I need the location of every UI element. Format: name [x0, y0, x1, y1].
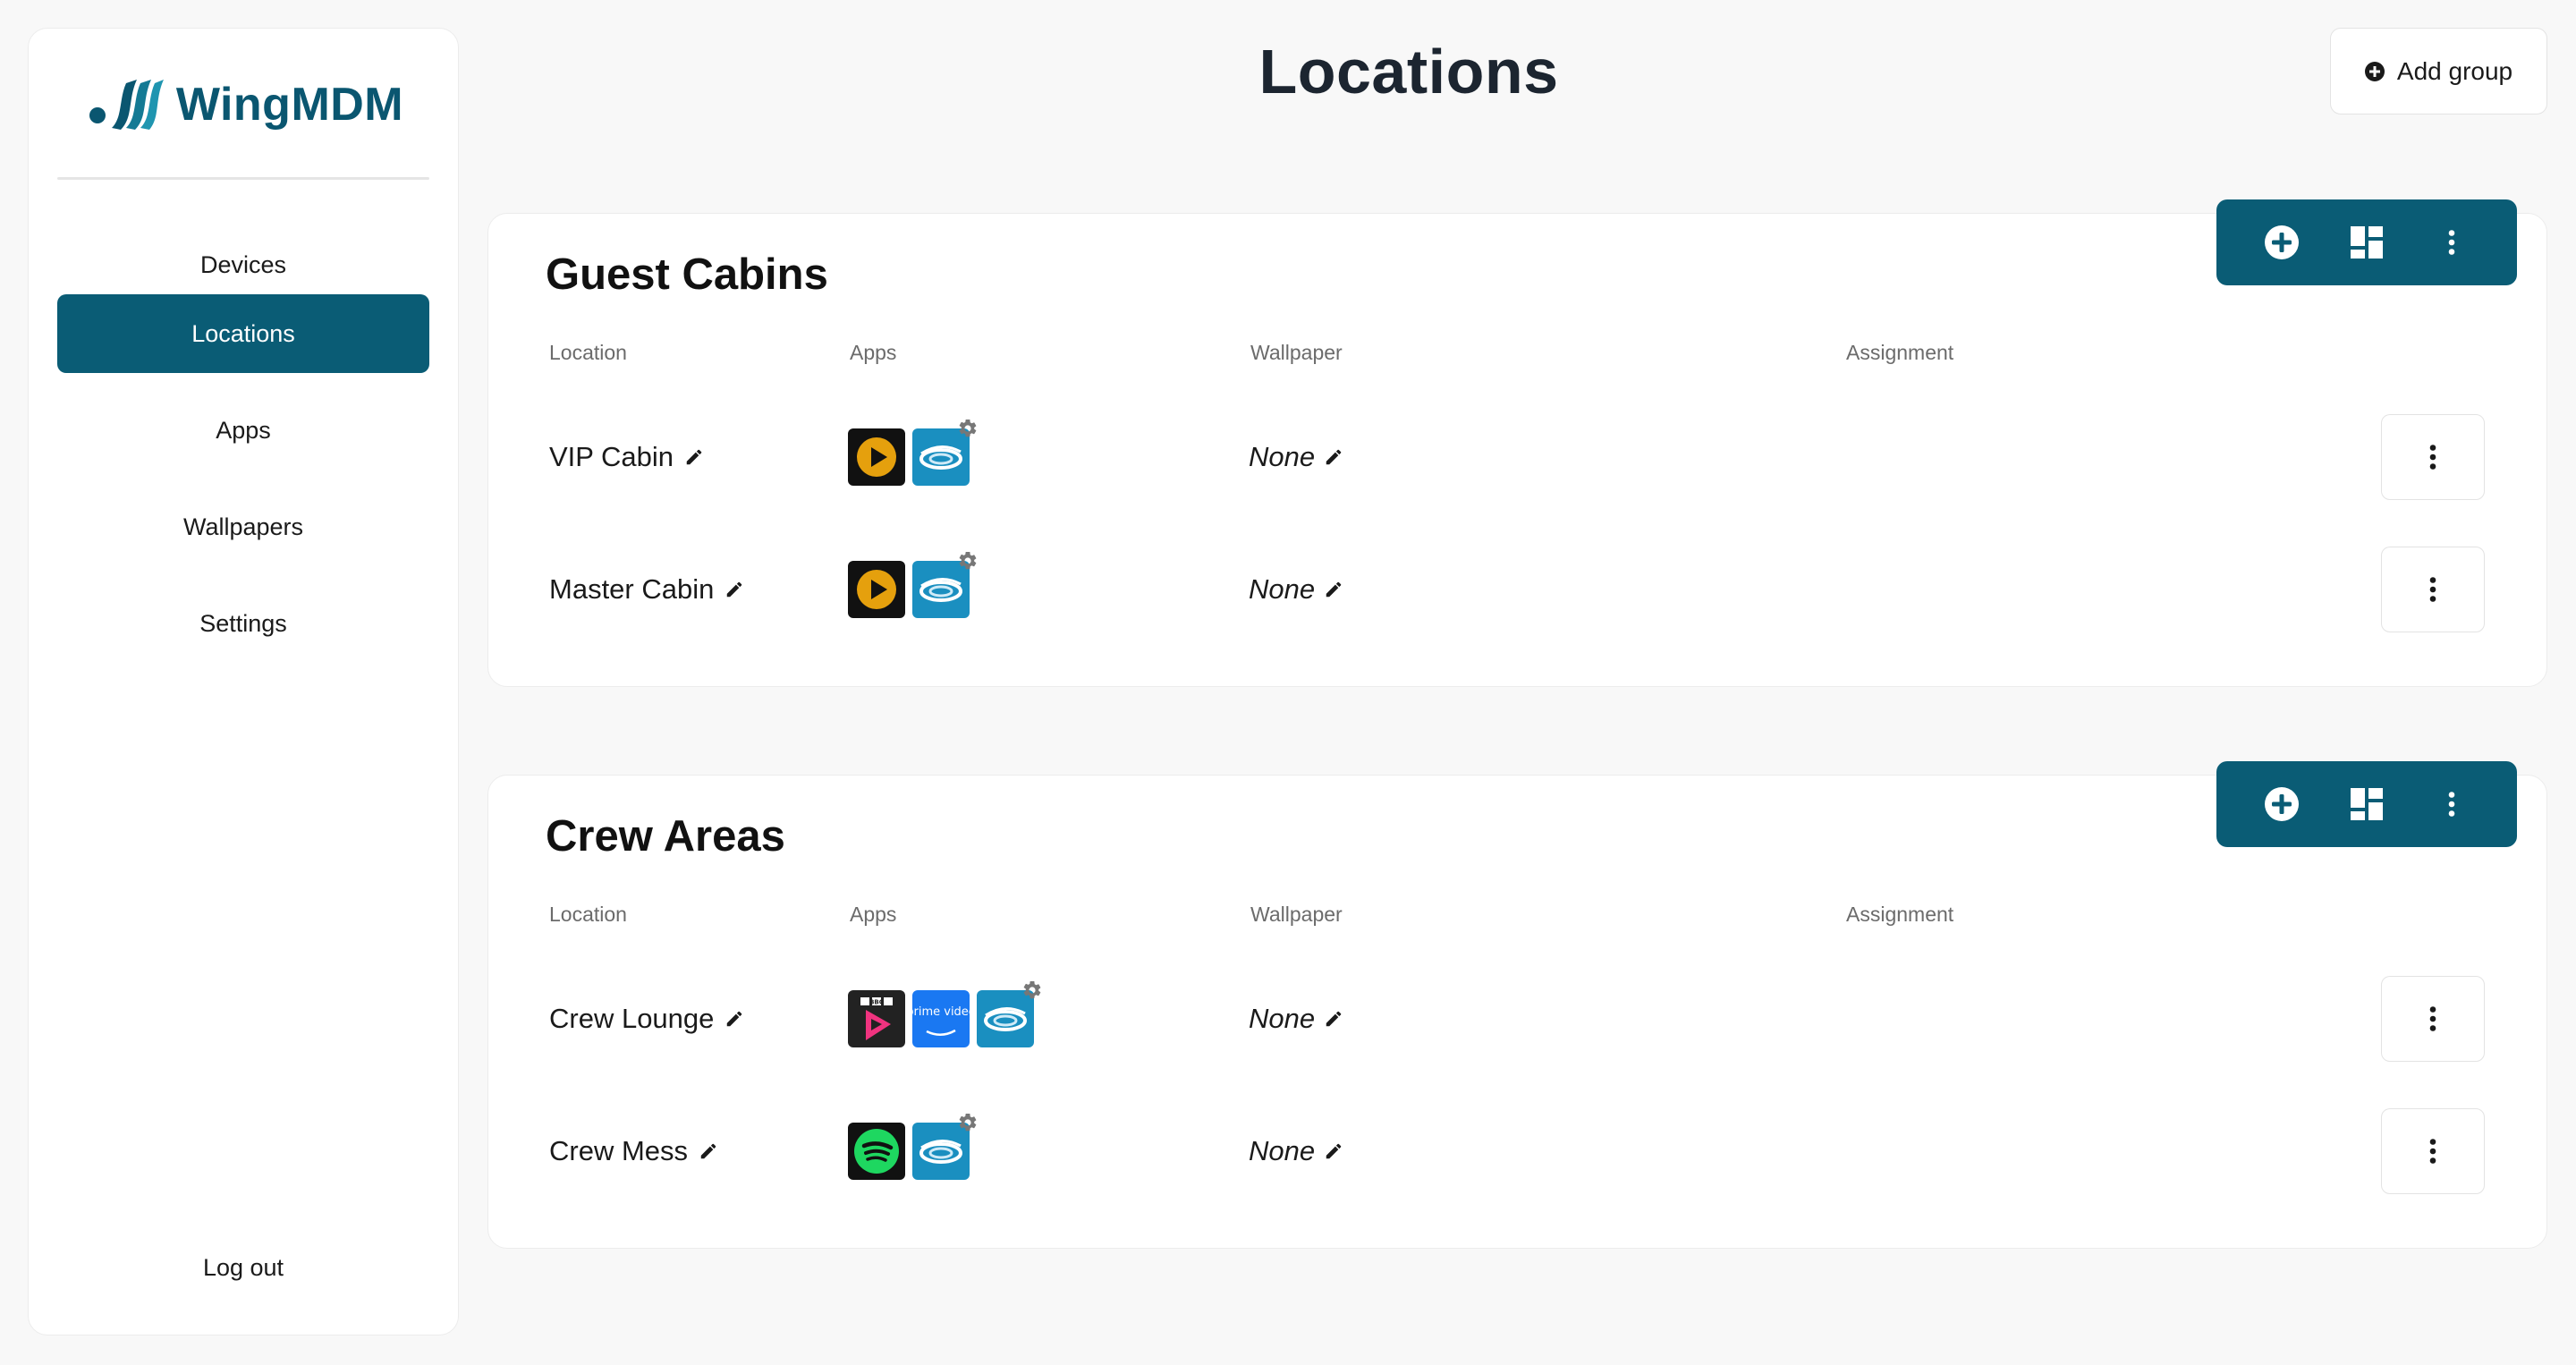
more-vert-icon: [2436, 226, 2468, 259]
layout-button[interactable]: [2340, 216, 2394, 269]
location-name[interactable]: VIP Cabin: [549, 441, 704, 473]
table-row: Crew Lounge BBC prime video: [488, 953, 2546, 1085]
wing-app-icon[interactable]: [912, 428, 970, 486]
dashboard-icon: [2350, 226, 2383, 259]
sidebar-item-wallpapers[interactable]: Wallpapers: [57, 488, 429, 566]
edit-icon[interactable]: [1324, 1009, 1343, 1029]
gear-icon[interactable]: [957, 418, 979, 439]
add-circle-icon: [2265, 225, 2300, 259]
sidebar-item-devices[interactable]: Devices: [57, 225, 429, 304]
edit-icon[interactable]: [1324, 1141, 1343, 1161]
sidebar: WingMDM Devices Locations Apps Wallpaper…: [28, 28, 459, 1335]
logo-divider: [57, 177, 429, 180]
gear-icon[interactable]: [957, 550, 979, 572]
add-location-button[interactable]: [2255, 777, 2309, 831]
add-group-label: Add group: [2396, 56, 2513, 85]
edit-icon[interactable]: [724, 1009, 744, 1029]
location-name[interactable]: Crew Mess: [549, 1135, 718, 1167]
group-toolbar: [2216, 761, 2517, 847]
row-more-button[interactable]: [2381, 414, 2485, 500]
wing-app-icon[interactable]: [977, 990, 1034, 1047]
plex-icon[interactable]: [848, 428, 905, 486]
sidebar-item-settings[interactable]: Settings: [57, 584, 429, 663]
plex-icon[interactable]: [848, 561, 905, 618]
edit-icon[interactable]: [1324, 580, 1343, 599]
column-header-wallpaper: Wallpaper: [1250, 341, 1343, 364]
sidebar-item-apps[interactable]: Apps: [57, 391, 429, 470]
bbc-iplayer-icon[interactable]: BBC: [848, 990, 905, 1047]
row-more-button[interactable]: [2381, 976, 2485, 1062]
table-row: Master Cabin None: [488, 523, 2546, 656]
wing-logo-icon: [89, 80, 164, 130]
group-more-button[interactable]: [2425, 777, 2479, 831]
column-header-assignment: Assignment: [1846, 341, 1954, 364]
sidebar-item-locations[interactable]: Locations: [57, 294, 429, 373]
brand-name: WingMDM: [175, 79, 404, 131]
table-row: VIP Cabin None: [488, 391, 2546, 523]
row-more-button[interactable]: [2381, 547, 2485, 632]
edit-icon[interactable]: [684, 447, 704, 467]
layout-button[interactable]: [2340, 777, 2394, 831]
group-toolbar: [2216, 199, 2517, 285]
wing-app-icon[interactable]: [912, 1123, 970, 1180]
group-title: Crew Areas: [546, 812, 785, 861]
row-more-button[interactable]: [2381, 1108, 2485, 1194]
more-vert-icon: [2417, 573, 2449, 606]
app-list: [848, 561, 970, 618]
group-card-crew-areas: Crew Areas Location Apps Wallpaper Assig…: [487, 761, 2547, 1249]
wallpaper-value[interactable]: None: [1249, 441, 1343, 473]
edit-icon[interactable]: [1324, 447, 1343, 467]
dashboard-icon: [2350, 788, 2383, 820]
app-list: BBC prime video: [848, 990, 1034, 1047]
more-vert-icon: [2417, 441, 2449, 473]
column-header-location: Location: [549, 341, 627, 364]
location-name[interactable]: Crew Lounge: [549, 1003, 744, 1035]
prime-video-icon[interactable]: prime video: [912, 990, 970, 1047]
svg-text:prime video: prime video: [912, 1005, 970, 1019]
wallpaper-value[interactable]: None: [1249, 1135, 1343, 1167]
wing-app-icon[interactable]: [912, 561, 970, 618]
brand-logo[interactable]: WingMDM: [86, 64, 404, 145]
add-location-button[interactable]: [2255, 216, 2309, 269]
app-list: [848, 428, 970, 486]
table-row: Crew Mess None: [488, 1085, 2546, 1217]
gear-icon[interactable]: [1021, 979, 1043, 1001]
plus-circle-icon: [2364, 61, 2385, 81]
wallpaper-value[interactable]: None: [1249, 573, 1343, 606]
page-title: Locations: [1258, 37, 1559, 106]
wallpaper-value[interactable]: None: [1249, 1003, 1343, 1035]
logout-button[interactable]: Log out: [57, 1228, 429, 1307]
gear-icon[interactable]: [957, 1112, 979, 1133]
svg-text:BBC: BBC: [869, 999, 884, 1006]
spotify-icon[interactable]: [848, 1123, 905, 1180]
group-title: Guest Cabins: [546, 250, 828, 299]
column-header-assignment: Assignment: [1846, 903, 1954, 926]
edit-icon[interactable]: [699, 1141, 718, 1161]
more-vert-icon: [2417, 1003, 2449, 1035]
column-header-apps: Apps: [850, 903, 897, 926]
column-header-location: Location: [549, 903, 627, 926]
group-card-guest-cabins: Guest Cabins Location Apps Wallpaper Ass…: [487, 199, 2547, 687]
more-vert-icon: [2417, 1135, 2449, 1167]
column-header-apps: Apps: [850, 341, 897, 364]
more-vert-icon: [2436, 788, 2468, 820]
add-group-button[interactable]: Add group: [2330, 28, 2547, 114]
app-list: [848, 1123, 970, 1180]
edit-icon[interactable]: [724, 580, 744, 599]
column-header-wallpaper: Wallpaper: [1250, 903, 1343, 926]
add-circle-icon: [2265, 787, 2300, 821]
group-more-button[interactable]: [2425, 216, 2479, 269]
location-name[interactable]: Master Cabin: [549, 573, 744, 606]
